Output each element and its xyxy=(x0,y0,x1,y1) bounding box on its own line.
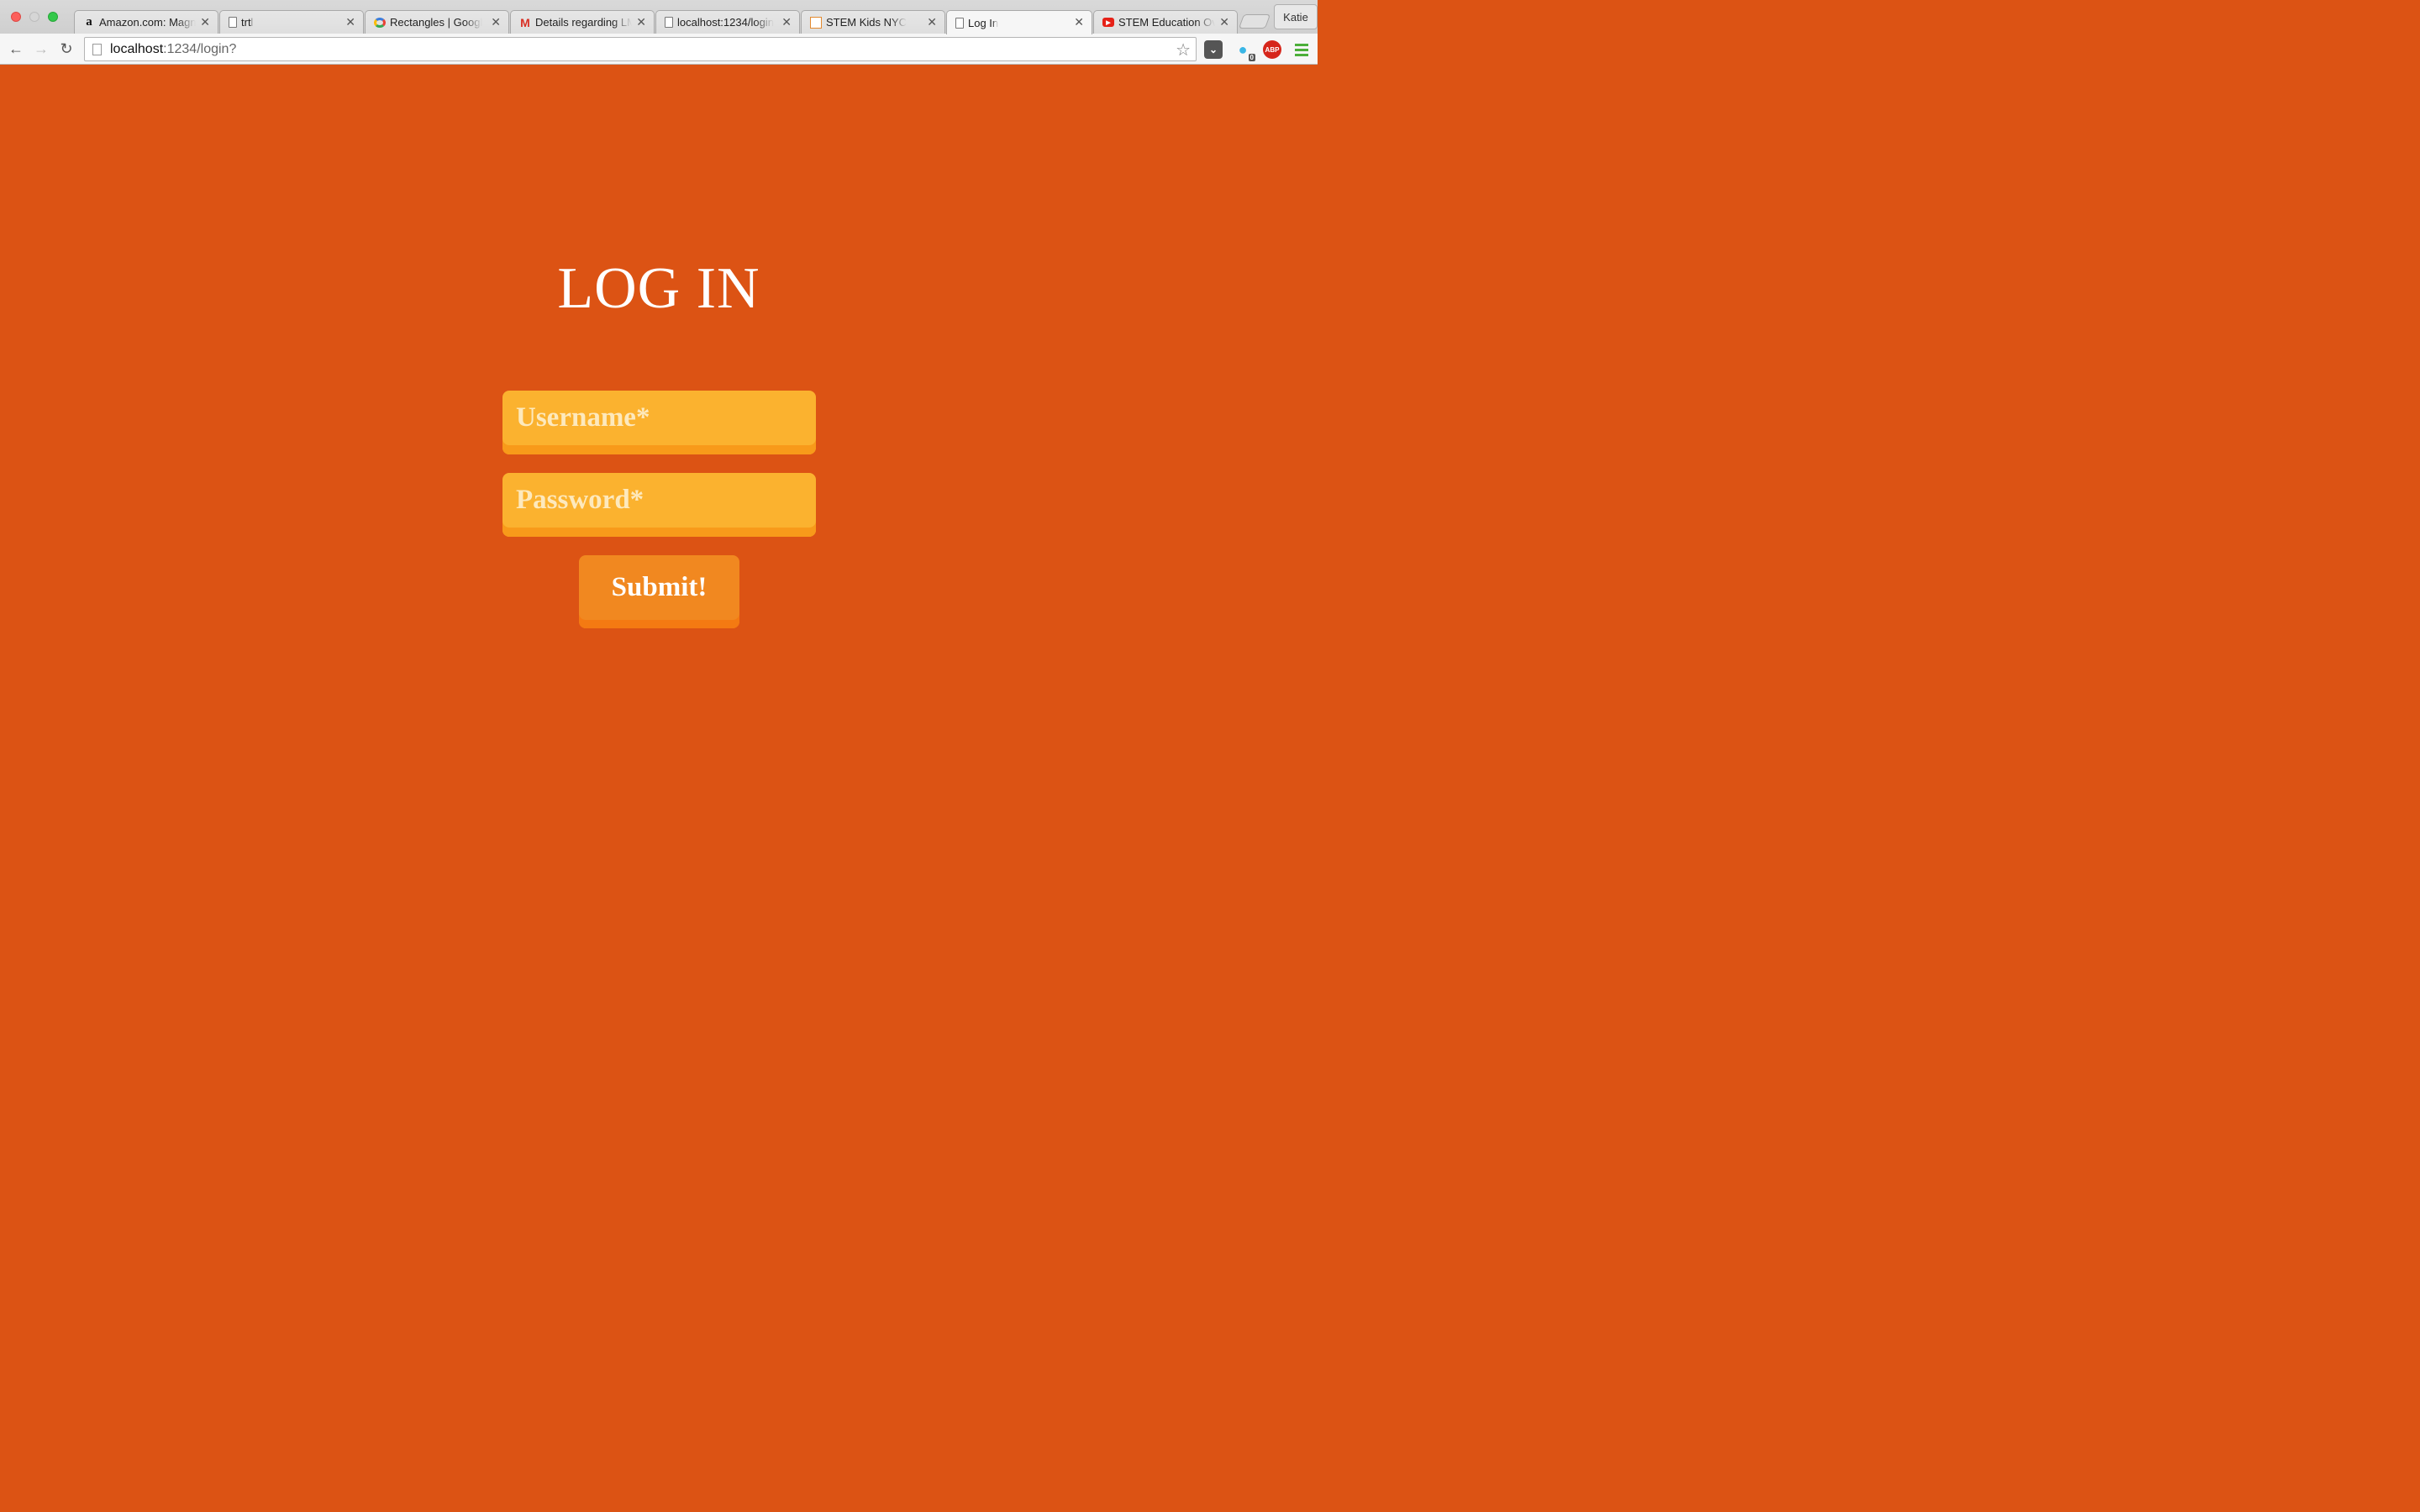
tab-title: STEM Education Ov xyxy=(1118,16,1215,29)
document-icon xyxy=(955,17,964,29)
close-icon[interactable]: ✕ xyxy=(781,15,792,29)
tab-title: Log In xyxy=(968,16,999,29)
tab-youtube[interactable]: ▶ STEM Education Ov ✕ xyxy=(1093,10,1238,34)
tab-gmail[interactable]: M Details regarding LM ✕ xyxy=(510,10,655,34)
tab-title: STEM Kids NYC xyxy=(826,16,908,29)
forward-arrow-icon[interactable]: → xyxy=(32,40,50,57)
close-icon[interactable]: ✕ xyxy=(636,15,646,29)
tab-title: trtl xyxy=(241,16,254,29)
tab-title: Amazon.com: Magn xyxy=(99,16,196,29)
window-minimize-button[interactable] xyxy=(29,12,39,22)
back-arrow-icon[interactable]: ← xyxy=(7,40,25,57)
tab-log-in[interactable]: Log In ✕ xyxy=(946,10,1092,34)
document-icon xyxy=(229,17,237,28)
tab-stem-kids[interactable]: STEM Kids NYC ✕ xyxy=(801,10,945,34)
close-icon[interactable]: ✕ xyxy=(1074,15,1084,29)
tab-title: Rectangles | Googl xyxy=(390,16,483,29)
window-maximize-button[interactable] xyxy=(48,12,58,22)
window-close-button[interactable] xyxy=(11,12,21,22)
tab-trtl[interactable]: trtl ✕ xyxy=(219,10,364,34)
pocket-icon[interactable]: ⌄ xyxy=(1204,40,1223,59)
close-icon[interactable]: ✕ xyxy=(200,15,210,29)
submit-button[interactable]: Submit! xyxy=(579,555,739,628)
browser-toolbar: ← → ↻ localhost :1234/login? ☆ ⌄ ● 0 ABP xyxy=(0,34,1318,65)
tab-amazon[interactable]: a Amazon.com: Magn ✕ xyxy=(74,10,218,34)
tab-title: localhost:1234/login xyxy=(677,16,774,29)
adblock-plus-icon[interactable]: ABP xyxy=(1263,40,1281,59)
tab-rectangles[interactable]: Rectangles | Googl ✕ xyxy=(365,10,509,34)
close-icon[interactable]: ✕ xyxy=(491,15,501,29)
url-host: localhost xyxy=(110,41,164,56)
page-content: LOG IN Submit! xyxy=(0,66,1318,823)
gmail-icon: M xyxy=(520,15,530,29)
password-input[interactable] xyxy=(502,473,816,537)
tab-localhost-login[interactable]: localhost:1234/login ✕ xyxy=(655,10,800,34)
youtube-icon: ▶ xyxy=(1102,18,1114,27)
stem-kids-icon xyxy=(810,16,822,29)
url-path: :1234/login? xyxy=(163,41,237,56)
close-icon[interactable]: ✕ xyxy=(1219,15,1229,29)
ghostery-icon[interactable]: ● 0 xyxy=(1234,40,1255,61)
close-icon[interactable]: ✕ xyxy=(927,15,937,29)
document-icon xyxy=(665,17,673,28)
close-icon[interactable]: ✕ xyxy=(345,15,355,29)
address-bar[interactable]: localhost :1234/login? ☆ xyxy=(84,37,1197,61)
page-icon xyxy=(92,43,102,55)
amazon-icon: a xyxy=(86,15,92,29)
profile-button[interactable]: Katie xyxy=(1274,4,1318,29)
google-icon xyxy=(374,17,386,28)
new-tab-button[interactable] xyxy=(1238,14,1271,29)
menu-icon[interactable] xyxy=(1292,40,1311,59)
ghostery-count-badge: 0 xyxy=(1248,54,1255,61)
reload-icon[interactable]: ↻ xyxy=(57,40,76,57)
bookmark-star-icon[interactable]: ☆ xyxy=(1176,39,1191,60)
username-input[interactable] xyxy=(502,391,816,454)
tab-strip: a Amazon.com: Magn ✕ trtl ✕ Rectangles |… xyxy=(0,0,1318,34)
page-title: LOG IN xyxy=(557,256,760,321)
tab-title: Details regarding LM xyxy=(535,16,632,29)
